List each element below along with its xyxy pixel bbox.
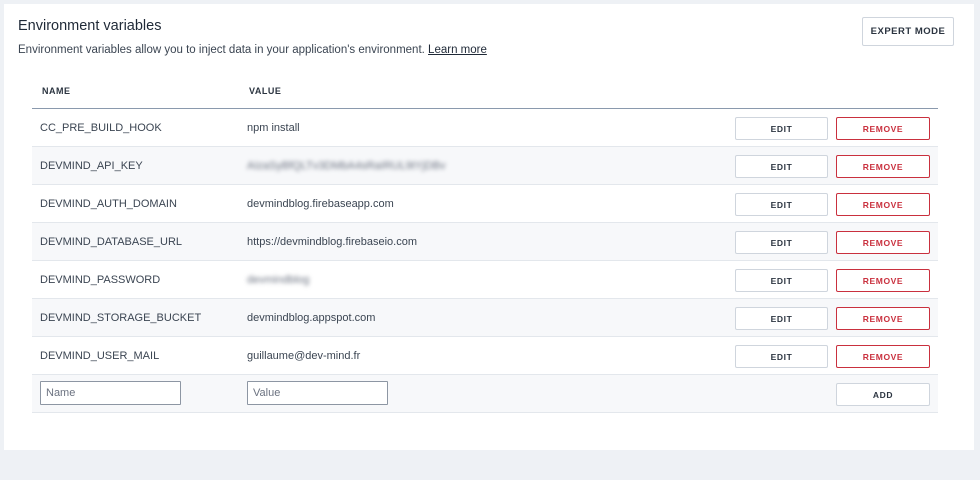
- edit-button[interactable]: EDIT: [735, 231, 828, 254]
- variable-name: CC_PRE_BUILD_HOOK: [40, 122, 162, 134]
- env-vars-table: NAME VALUE CC_PRE_BUILD_HOOK npm install E…: [32, 76, 938, 413]
- table-row: DEVMIND_USER_MAIL guillaume@dev-mind.fr ED…: [32, 337, 938, 375]
- add-button[interactable]: ADD: [836, 383, 930, 406]
- header-value: VALUE: [249, 86, 282, 96]
- new-name-input[interactable]: [40, 381, 181, 405]
- variable-name: DEVMIND_DATABASE_URL: [40, 236, 183, 248]
- variable-name: DEVMIND_USER_MAIL: [40, 350, 160, 362]
- variable-value: https://devmindblog.firebaseio.com: [247, 236, 417, 248]
- table-row: DEVMIND_DATABASE_URL https://devmindblog.…: [32, 223, 938, 261]
- table-row: DEVMIND_API_KEY AIzaSyBfQLTv3DMbA4sRaIRUL…: [32, 147, 938, 185]
- new-value-input[interactable]: [247, 381, 388, 405]
- table-row: DEVMIND_STORAGE_BUCKET devmindblog.appspo…: [32, 299, 938, 337]
- variable-value: guillaume@dev-mind.fr: [247, 350, 361, 362]
- edit-button[interactable]: EDIT: [735, 345, 828, 368]
- table-row: CC_PRE_BUILD_HOOK npm install EDIT REMOVE: [32, 109, 938, 147]
- edit-button[interactable]: EDIT: [735, 155, 828, 178]
- section-title: Environment variables: [18, 18, 162, 34]
- remove-button[interactable]: REMOVE: [836, 307, 930, 330]
- edit-button[interactable]: EDIT: [735, 307, 828, 330]
- table-header: NAME VALUE: [32, 76, 938, 109]
- edit-button[interactable]: EDIT: [735, 117, 828, 140]
- section-description: Environment variables allow you to injec…: [18, 44, 487, 56]
- edit-button[interactable]: EDIT: [735, 269, 828, 292]
- variable-value: devmindblog.firebaseapp.com: [247, 198, 394, 210]
- table-body: CC_PRE_BUILD_HOOK npm install EDIT REMOVE DE…: [32, 109, 938, 375]
- remove-button[interactable]: REMOVE: [836, 155, 930, 178]
- remove-button[interactable]: REMOVE: [836, 117, 930, 140]
- variable-name: DEVMIND_AUTH_DOMAIN: [40, 198, 177, 210]
- remove-button[interactable]: REMOVE: [836, 193, 930, 216]
- learn-more-link[interactable]: Learn more: [428, 44, 487, 56]
- new-variable-row: ADD: [32, 375, 938, 413]
- description-text: Environment variables allow you to injec…: [18, 44, 425, 56]
- table-row: DEVMIND_AUTH_DOMAIN devmindblog.firebasea…: [32, 185, 938, 223]
- remove-button[interactable]: REMOVE: [836, 345, 930, 368]
- remove-button[interactable]: REMOVE: [836, 269, 930, 292]
- edit-button[interactable]: EDIT: [735, 193, 828, 216]
- table-row: DEVMIND_PASSWORD devmindblog EDIT REMOVE: [32, 261, 938, 299]
- expert-mode-button[interactable]: EXPERT MODE: [862, 17, 954, 46]
- env-vars-card: Environment variables Environment variab…: [4, 4, 974, 450]
- variable-name: DEVMIND_PASSWORD: [40, 274, 161, 286]
- variable-value: devmindblog.appspot.com: [247, 312, 376, 324]
- variable-name: DEVMIND_STORAGE_BUCKET: [40, 312, 202, 324]
- variable-value: AIzaSyBfQLTv3DMbA4sRaIRUL9tYjDBv: [247, 160, 446, 172]
- variable-value: devmindblog: [247, 274, 310, 286]
- variable-value: npm install: [247, 122, 300, 134]
- header-name: NAME: [42, 86, 71, 96]
- remove-button[interactable]: REMOVE: [836, 231, 930, 254]
- variable-name: DEVMIND_API_KEY: [40, 160, 143, 172]
